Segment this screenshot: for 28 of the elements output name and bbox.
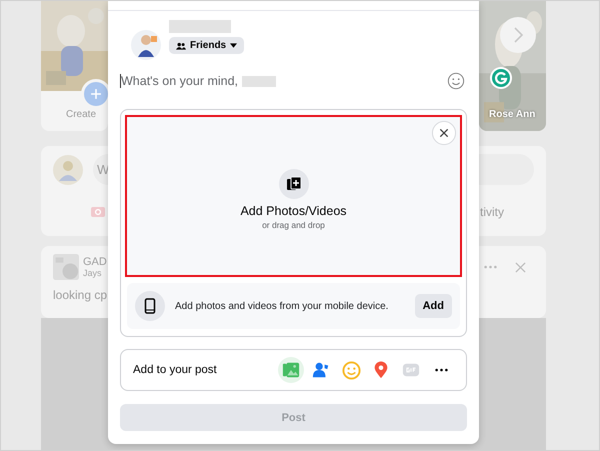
upload-title: Add Photos/Videos: [240, 204, 347, 218]
next-icon[interactable]: [500, 17, 536, 53]
people-icon: [176, 42, 186, 50]
add-to-post-label: Add to your post: [133, 364, 218, 376]
avatar: [131, 30, 161, 60]
phone-icon: [135, 291, 165, 321]
post-text: looking cp: [53, 288, 108, 302]
photo-add-icon: [278, 168, 308, 198]
photo-icon[interactable]: [278, 357, 304, 383]
mobile-upload-text: Add photos and videos from your mobile device.: [175, 300, 390, 312]
more-icon[interactable]: [484, 265, 497, 269]
avatar: [53, 254, 79, 280]
avatar: [53, 154, 83, 184]
upload-area[interactable]: Add Photos/Videos or drag and drop: [125, 115, 462, 277]
caret-icon: [230, 43, 238, 48]
smiley-icon[interactable]: [447, 72, 465, 90]
redacted-name: [242, 76, 276, 86]
upload-hint: or drag and drop: [262, 220, 325, 230]
close-icon[interactable]: [432, 121, 456, 145]
add-button[interactable]: Add: [414, 294, 452, 318]
story-label: Rose Ann: [489, 109, 536, 120]
audience-button[interactable]: Friends: [169, 37, 244, 54]
post-subtitle: Jays: [83, 268, 103, 278]
story-label: Create: [66, 109, 96, 120]
redacted-name: [169, 20, 231, 33]
video-icon: [91, 207, 105, 217]
post-text-field[interactable]: What's on your mind,: [120, 74, 238, 88]
extension-icon[interactable]: [489, 66, 513, 90]
